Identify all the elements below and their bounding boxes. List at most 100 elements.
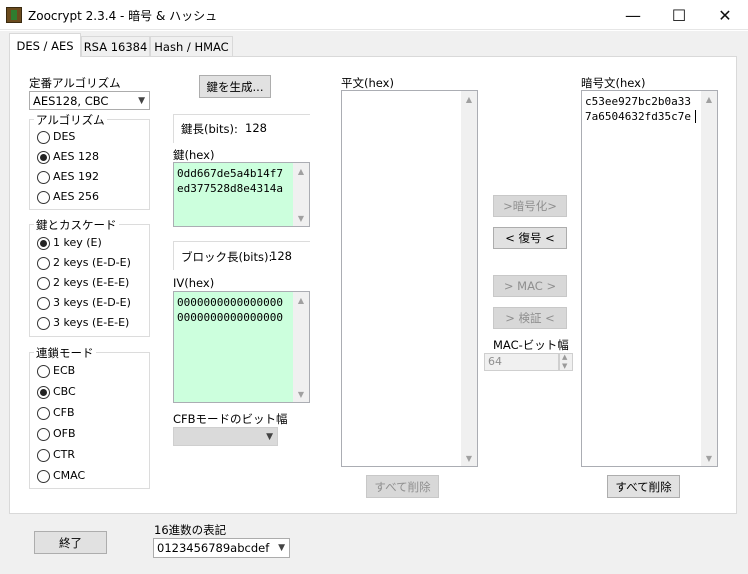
exit-button[interactable]: 終了 [34,531,107,554]
hex-format-select[interactable]: 0123456789abcdef ▼ [153,538,290,558]
plaintext-field[interactable]: ▲ ▼ [341,90,478,467]
hex-format-select-value: 0123456789abcdef [157,541,270,555]
iv-hex-line-2: 0000000000000000 [177,311,283,324]
radio-ofb-label: OFB [53,427,76,440]
key-hex-scrollbar[interactable]: ▲ ▼ [293,163,309,226]
radio-ctr-label: CTR [53,448,76,461]
radio-3keys-ede-label: 3 keys (E-D-E) [53,296,131,309]
text-cursor [695,110,696,123]
key-length-label: 鍵長(bits): [181,122,238,136]
radio-cfb[interactable] [37,407,50,420]
tab-rsa[interactable]: RSA 16384 [81,36,150,56]
radio-ofb[interactable] [37,428,50,441]
radio-cbc-label: CBC [53,385,76,398]
iv-hex-line-1: 0000000000000000 [177,296,283,309]
radio-aes192[interactable] [37,171,50,184]
radio-cmac[interactable] [37,470,50,483]
cfb-bits-select[interactable]: ▼ [173,427,278,446]
radio-cbc[interactable] [37,386,50,399]
radio-aes128[interactable] [37,151,50,164]
radio-ecb-label: ECB [53,364,76,377]
preset-label: 定番アルゴリズム [29,76,121,90]
ciphertext-field[interactable]: c53ee927bc2b0a33 7a6504632fd35c7e ▲ ▼ [581,90,718,467]
radio-3keys-ede[interactable] [37,297,50,310]
radio-aes128-label: AES 128 [53,150,99,163]
minimize-button[interactable]: — [610,0,656,30]
algorithm-group-title: アルゴリズム [34,112,107,128]
ciphertext-line-1: c53ee927bc2b0a33 [585,95,691,108]
mac-bits-label: MAC-ビット幅 [493,338,569,352]
window-title: Zoocrypt 2.3.4 - 暗号 & ハッシュ [28,9,218,23]
radio-3keys-eee[interactable] [37,317,50,330]
ciphertext-clear-button[interactable]: すべて削除 [607,475,680,498]
decrypt-button[interactable]: < 復号 < [493,227,567,249]
block-length-value: 128 [270,249,292,263]
key-length-frame [173,114,174,143]
scroll-down-icon[interactable]: ▼ [461,450,477,466]
scroll-up-icon[interactable]: ▲ [293,163,309,179]
preset-select-value: AES128, CBC [33,93,109,108]
generate-key-button[interactable]: 鍵を生成... [199,75,271,98]
scroll-down-icon[interactable]: ▼ [293,210,309,226]
encrypt-button[interactable]: >暗号化> [493,195,567,217]
key-hex-line-1: 0dd667de5a4b14f7 [177,167,283,180]
radio-aes256-label: AES 256 [53,190,99,203]
plaintext-label: 平文(hex) [341,76,394,90]
mac-bits-input[interactable]: 64 [484,353,559,371]
radio-des-label: DES [53,130,76,143]
scroll-up-icon[interactable]: ▲ [701,91,717,107]
maximize-button[interactable]: ☐ [656,0,702,30]
radio-3keys-eee-label: 3 keys (E-E-E) [53,316,130,329]
radio-aes256[interactable] [37,191,50,204]
key-length-value: 128 [245,121,267,135]
chevron-down-icon: ▼ [278,543,285,553]
tab-hash-hmac[interactable]: Hash / HMAC [150,36,233,56]
preset-select[interactable]: AES128, CBC ▼ [29,91,150,110]
hex-format-label: 16進数の表記 [154,523,227,537]
spin-down-icon[interactable]: ▼ [562,362,567,370]
radio-1key-e-label: 1 key (E) [53,236,102,249]
ciphertext-label: 暗号文(hex) [581,76,646,90]
tab-des-aes[interactable]: DES / AES [9,33,81,57]
spin-up-icon[interactable]: ▲ [562,353,567,361]
chain-mode-group-title: 連鎖モード [34,345,96,361]
cfb-bits-label: CFBモードのビット幅 [173,412,288,426]
radio-2keys-eee-label: 2 keys (E-E-E) [53,276,130,289]
key-hex-field[interactable]: 0dd667de5a4b14f7 ed377528d8e4314a ▲ ▼ [173,162,310,227]
key-length-divider [173,114,310,115]
block-length-label: ブロック長(bits): [181,250,273,264]
scroll-up-icon[interactable]: ▲ [461,91,477,107]
scroll-up-icon[interactable]: ▲ [293,292,309,308]
plaintext-scrollbar[interactable]: ▲ ▼ [461,91,477,466]
radio-ecb[interactable] [37,365,50,378]
ciphertext-scrollbar[interactable]: ▲ ▼ [701,91,717,466]
radio-cfb-label: CFB [53,406,75,419]
key-hex-label: 鍵(hex) [173,148,215,162]
radio-2keys-eee[interactable] [37,277,50,290]
mac-bits-spinner[interactable]: ▲ ▼ [559,353,573,371]
key-hex-line-2: ed377528d8e4314a [177,182,283,195]
radio-cmac-label: CMAC [53,469,86,482]
scroll-down-icon[interactable]: ▼ [293,386,309,402]
ciphertext-line-2: 7a6504632fd35c7e [585,110,691,123]
radio-2keys-ede[interactable] [37,257,50,270]
cascade-group-title: 鍵とカスケード [34,217,119,233]
radio-1key-e[interactable] [37,237,50,250]
iv-hex-scrollbar[interactable]: ▲ ▼ [293,292,309,402]
chevron-down-icon: ▼ [266,431,273,442]
radio-aes192-label: AES 192 [53,170,99,183]
block-length-divider [173,241,310,242]
plaintext-clear-button[interactable]: すべて削除 [366,475,439,498]
chevron-down-icon: ▼ [138,95,145,106]
radio-2keys-ede-label: 2 keys (E-D-E) [53,256,131,269]
radio-des[interactable] [37,131,50,144]
verify-button[interactable]: > 検証 < [493,307,567,329]
iv-hex-field[interactable]: 0000000000000000 0000000000000000 ▲ ▼ [173,291,310,403]
radio-ctr[interactable] [37,449,50,462]
block-length-frame [173,241,174,270]
mac-button[interactable]: > MAC > [493,275,567,297]
iv-hex-label: IV(hex) [173,276,215,290]
scroll-down-icon[interactable]: ▼ [701,450,717,466]
app-icon [6,7,22,23]
close-button[interactable]: ✕ [702,0,748,30]
